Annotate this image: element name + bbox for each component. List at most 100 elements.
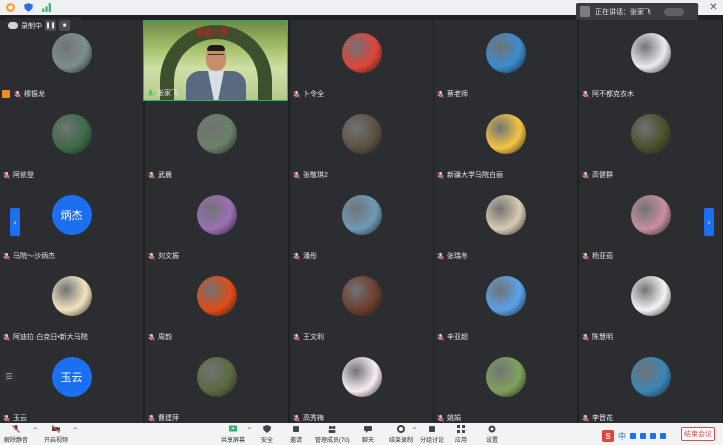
- invite-button[interactable]: 邀请: [290, 424, 302, 444]
- close-icon[interactable]: ✕: [704, 0, 723, 15]
- participant-tile[interactable]: 李晋花: [579, 344, 722, 425]
- mic-muted-icon: [13, 90, 22, 98]
- participant-avatar: [196, 195, 237, 235]
- host-badge-icon: [2, 90, 10, 98]
- keyboard-icon[interactable]: [650, 433, 656, 439]
- participant-avatar: [341, 276, 382, 316]
- participant-tile[interactable]: 辛亚超: [434, 263, 577, 344]
- pause-recording-button[interactable]: ❚❚: [45, 20, 56, 31]
- participant-tile[interactable]: 阿不都克衣木: [579, 20, 722, 101]
- shield-icon: [263, 425, 271, 433]
- participant-name: 周韵: [147, 332, 172, 342]
- stop_rec-button[interactable]: 结束录制: [389, 424, 413, 444]
- video-button[interactable]: 开启视频: [44, 424, 68, 444]
- participant-tile[interactable]: 高秀梅: [290, 344, 433, 425]
- ime-language[interactable]: 中: [618, 431, 626, 442]
- record-icon: [397, 425, 405, 433]
- skin-icon[interactable]: [660, 433, 666, 439]
- prev-page-button[interactable]: ‹: [10, 208, 20, 236]
- participant-tile[interactable]: 刘文振: [145, 182, 288, 263]
- chevron-up-icon[interactable]: ^: [33, 427, 38, 434]
- participant-name: 杨亚茹: [581, 251, 613, 261]
- participant-name: 蔡老师: [436, 89, 468, 99]
- mic-muted-icon: [581, 333, 590, 341]
- participant-name: 玉云: [2, 413, 27, 423]
- participant-name: 张敬琪2: [292, 170, 328, 180]
- participant-tile[interactable]: 蔡老师: [434, 20, 577, 101]
- video-grid: 新疆大學 张家飞 穆振龙 卜令全 蔡老师 阿不都克衣木 阿依登 武晨 张敬琪2 新疆大学马院白…: [0, 20, 723, 425]
- participant-tile[interactable]: 卜令全: [290, 20, 433, 101]
- participant-name: 姚娟: [436, 413, 461, 423]
- mic-muted-icon: [292, 90, 301, 98]
- participant-tile[interactable]: 姚娟: [434, 344, 577, 425]
- security-button[interactable]: 安全: [261, 424, 273, 444]
- mic-muted-icon: [2, 414, 11, 422]
- participant-name: 张瑞冬: [436, 251, 468, 261]
- active-speaker-video[interactable]: 新疆大學 张家飞: [143, 20, 288, 101]
- avatar-initials: 玉云: [60, 372, 83, 384]
- participant-avatar: [341, 114, 382, 154]
- participant-name: 卜令全: [292, 89, 324, 99]
- members-button[interactable]: 管理成员(70): [315, 424, 350, 444]
- mic-muted-icon: [581, 252, 590, 260]
- participant-avatar: [485, 114, 526, 154]
- apps-button[interactable]: 应用: [455, 424, 467, 444]
- participant-tile[interactable]: 曹建萍: [145, 344, 288, 425]
- participant-tile[interactable]: 周韵: [145, 263, 288, 344]
- participant-tile[interactable]: 阿依登: [0, 101, 143, 182]
- app-icon[interactable]: [5, 2, 16, 13]
- mic-on-icon: [147, 89, 154, 96]
- participant-avatar: [51, 114, 92, 154]
- breakout-button[interactable]: 分组讨论: [420, 424, 444, 444]
- invite-icon: [293, 426, 299, 432]
- participant-avatar: [51, 33, 92, 73]
- end-meeting-button[interactable]: 结束会议: [681, 427, 715, 441]
- share-screen-icon: [229, 425, 237, 432]
- participant-tile[interactable]: 玉云 玉云: [0, 344, 143, 425]
- shield-icon[interactable]: [23, 2, 34, 13]
- participant-name: 曹建萍: [147, 413, 179, 423]
- mute-button[interactable]: 解除静音: [4, 424, 28, 444]
- participant-tile[interactable]: 新疆大学马院白丽: [434, 101, 577, 182]
- participant-tile[interactable]: 潘彤: [290, 182, 433, 263]
- participant-name: 王文利: [292, 332, 324, 342]
- participant-tile[interactable]: 杨亚茹: [579, 182, 722, 263]
- mic-off-icon: [12, 425, 20, 433]
- chevron-up-icon[interactable]: ^: [247, 427, 252, 434]
- mic-muted-icon: [436, 252, 445, 260]
- mic-muted-icon: [292, 252, 301, 260]
- participant-tile[interactable]: 王文利: [290, 263, 433, 344]
- participant-tile[interactable]: 陈慧明: [579, 263, 722, 344]
- participant-avatar: [485, 195, 526, 235]
- punctuation-icon[interactable]: [630, 433, 636, 439]
- video-name-label: 张家飞: [146, 88, 178, 98]
- participant-tile[interactable]: 阿迪拉·白克日•新大马院: [0, 263, 143, 344]
- participant-tile[interactable]: 武晨: [145, 101, 288, 182]
- next-page-button[interactable]: ›: [704, 208, 714, 236]
- mic-muted-icon: [147, 414, 156, 422]
- settings-button[interactable]: 设置: [486, 424, 498, 444]
- mic-muted-icon: [436, 414, 445, 422]
- members-icon: [328, 425, 336, 433]
- share-button[interactable]: 共享屏幕: [221, 424, 245, 444]
- signal-icon[interactable]: [41, 2, 52, 13]
- stop-recording-button[interactable]: ■: [59, 20, 70, 31]
- chat-button[interactable]: 聊天: [362, 424, 374, 444]
- participant-tile[interactable]: 高健群: [579, 101, 722, 182]
- mic-muted-icon: [292, 333, 301, 341]
- chevron-up-icon[interactable]: ^: [412, 427, 417, 434]
- mic-icon[interactable]: [640, 433, 646, 439]
- mic-muted-icon: [436, 333, 445, 341]
- chevron-up-icon[interactable]: ^: [73, 427, 78, 434]
- participant-tile[interactable]: 张瑞冬: [434, 182, 577, 263]
- cloud-icon: [8, 22, 18, 29]
- mic-muted-icon: [436, 171, 445, 179]
- participant-tile[interactable]: 张敬琪2: [290, 101, 433, 182]
- participant-avatar: [341, 357, 382, 397]
- participant-name: 陈慧明: [581, 332, 613, 342]
- sogou-logo[interactable]: S: [602, 430, 614, 442]
- list-view-button[interactable]: ☰: [2, 369, 16, 383]
- participant-avatar: [485, 357, 526, 397]
- participant-tile[interactable]: 炳杰 马院～沙炳杰: [0, 182, 143, 263]
- participant-avatar: [51, 276, 92, 316]
